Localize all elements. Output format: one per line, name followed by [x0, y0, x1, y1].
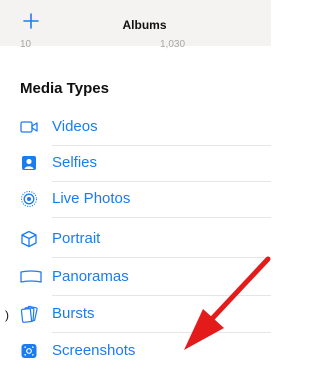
list-item-screenshots[interactable]: Screenshots	[0, 334, 271, 369]
list-item-label: Bursts	[52, 305, 95, 322]
list-item-videos[interactable]: Videos	[0, 110, 271, 146]
screenshot-icon	[20, 342, 38, 360]
list-item-panoramas[interactable]: Panoramas	[0, 260, 271, 296]
partial-album-counts: 10 1,030	[0, 40, 271, 54]
list-item-portrait[interactable]: Portrait	[0, 222, 271, 258]
live-photos-icon	[20, 190, 38, 208]
page-title: Albums	[122, 18, 167, 32]
row-divider	[52, 295, 271, 296]
list-item-label: Screenshots	[52, 342, 136, 359]
list-item-label: Panoramas	[52, 268, 129, 285]
video-icon	[20, 118, 38, 136]
list-item-live-photos[interactable]: Live Photos	[0, 182, 271, 218]
section-title-media-types: Media Types	[20, 80, 109, 97]
partial-count-right: 1,030	[160, 40, 186, 50]
row-divider	[52, 217, 271, 218]
portrait-cube-icon	[20, 230, 38, 248]
list-item-label: Videos	[52, 118, 98, 135]
list-item-label: Live Photos	[52, 190, 131, 207]
albums-screen: Albums 10 1,030 Media Types Videos Selfi…	[0, 0, 271, 369]
panorama-icon	[20, 268, 42, 286]
list-item-label: Selfies	[52, 154, 98, 171]
bursts-icon	[20, 305, 38, 323]
selfie-icon	[20, 154, 38, 172]
list-item-selfies[interactable]: Selfies	[0, 146, 271, 182]
row-divider	[52, 332, 271, 333]
partial-count-left: 10	[20, 40, 32, 50]
left-edge-mark: )	[5, 308, 9, 322]
list-item-label: Portrait	[52, 230, 101, 247]
list-item-bursts[interactable]: Bursts	[0, 297, 271, 333]
row-divider	[52, 257, 271, 258]
